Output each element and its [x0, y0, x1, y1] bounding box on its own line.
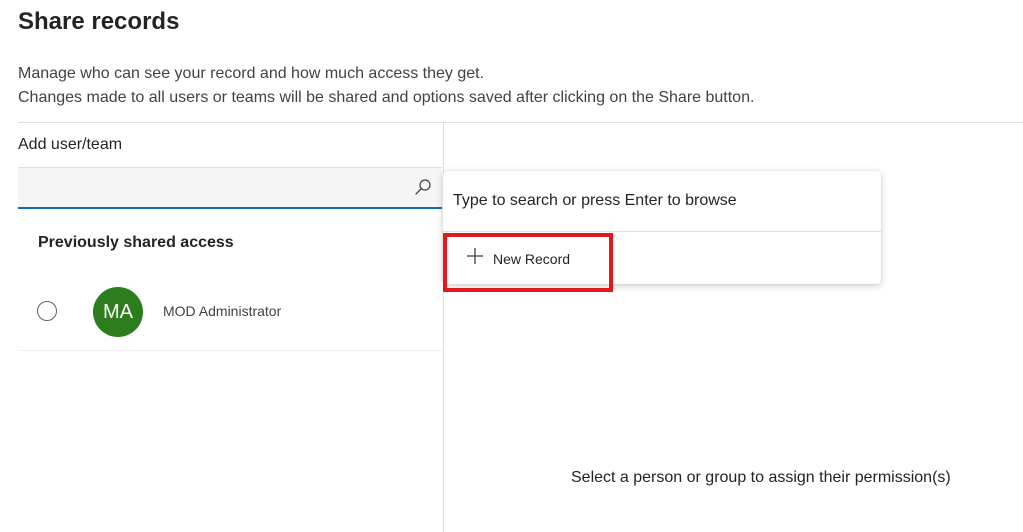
header-divider: [18, 122, 1023, 123]
search-suggestions-dropdown: Type to search or press Enter to browse …: [443, 171, 881, 284]
description-line-1: Manage who can see your record and how m…: [18, 65, 485, 82]
share-records-page: Share records Manage who can see your re…: [0, 0, 1023, 532]
user-select-radio[interactable]: [37, 301, 57, 321]
add-user-team-label: Add user/team: [18, 136, 123, 153]
user-name: MOD Administrator: [163, 303, 282, 319]
search-hint-text: Type to search or press Enter to browse: [453, 192, 737, 209]
search-icon[interactable]: [415, 179, 431, 195]
plus-icon: [467, 248, 483, 264]
permissions-empty-message: Select a person or group to assign their…: [571, 469, 951, 486]
page-title: Share records: [18, 8, 180, 35]
add-user-search-input[interactable]: [18, 168, 408, 206]
description-line-2: Changes made to all users or teams will …: [18, 89, 755, 106]
add-user-search-box[interactable]: [18, 167, 442, 209]
page-description: Manage who can see your record and how m…: [18, 62, 754, 110]
previously-shared-header: Previously shared access: [38, 234, 234, 251]
new-record-button[interactable]: New Record: [443, 232, 613, 288]
avatar: MA: [93, 287, 143, 337]
new-record-label: New Record: [493, 251, 571, 267]
shared-user-row[interactable]: MA MOD Administrator: [18, 280, 442, 351]
